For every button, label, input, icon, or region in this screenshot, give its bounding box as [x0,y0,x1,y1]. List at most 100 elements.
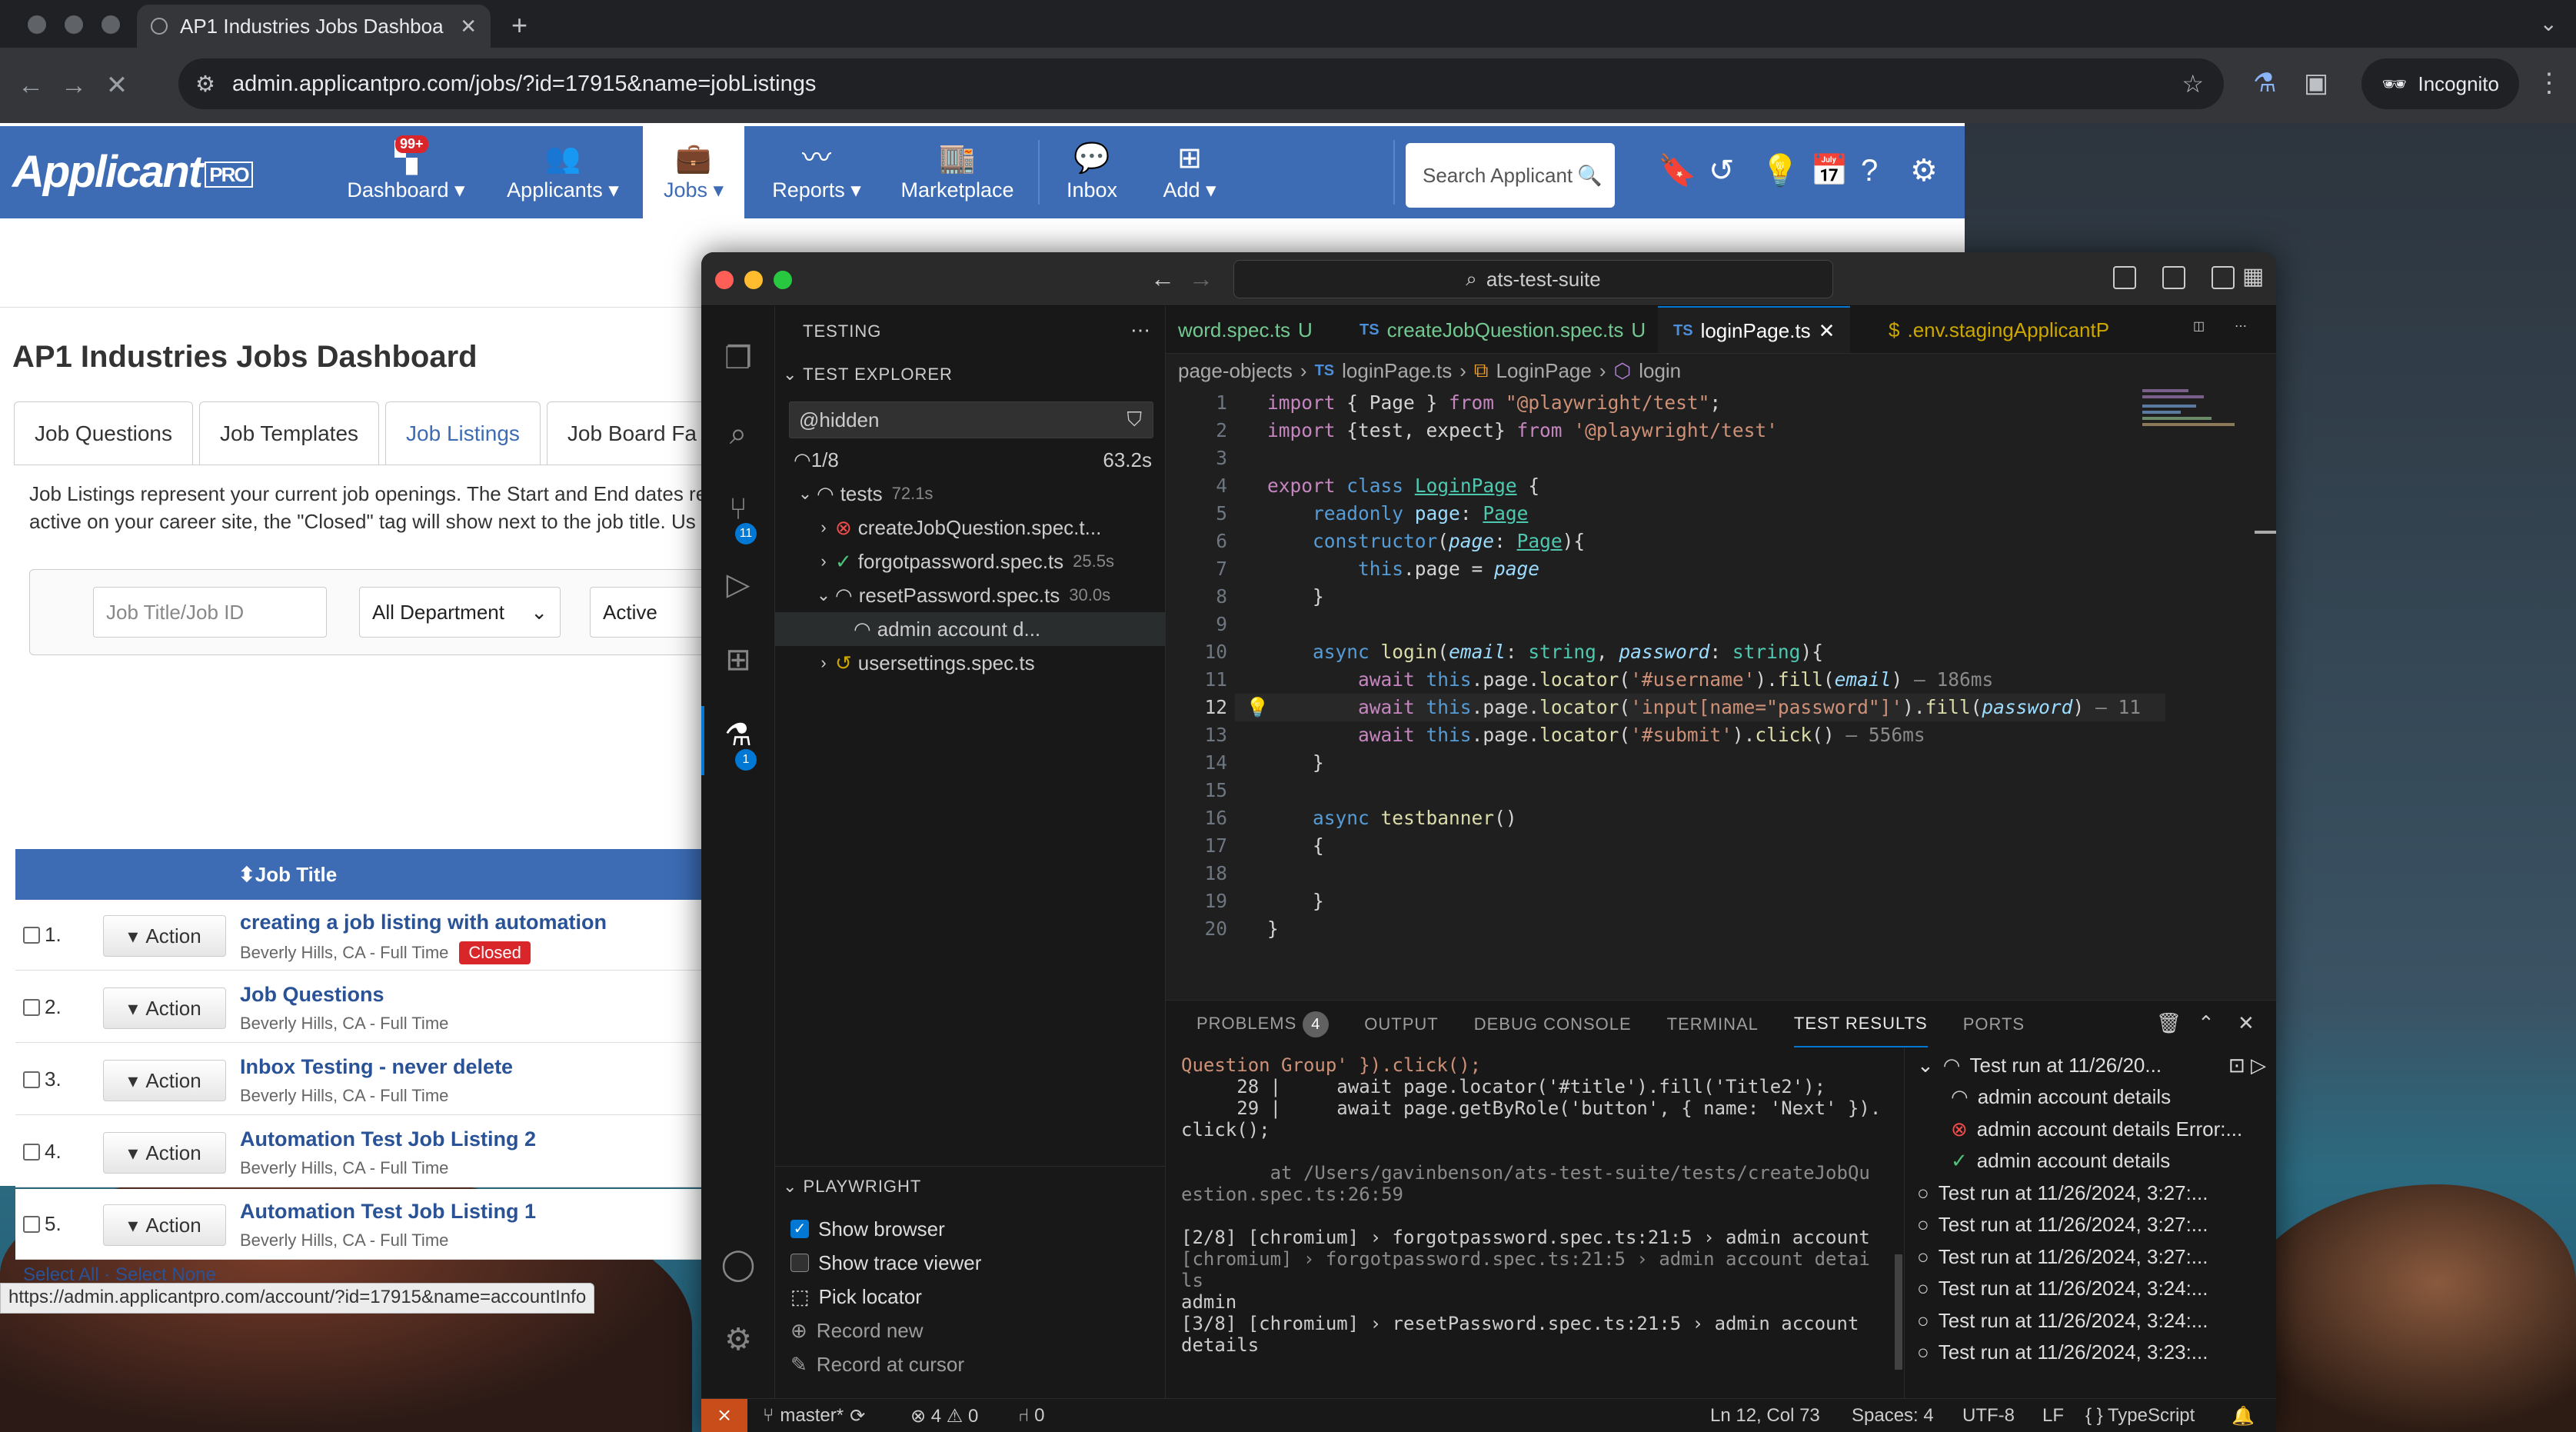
row-checkbox[interactable] [23,926,40,944]
applicant-search[interactable]: Search Applicant 🔍 [1406,143,1615,208]
customize-layout-icon[interactable]: ▦ [2242,263,2264,290]
help-icon[interactable]: ? [1861,154,1878,188]
test-output[interactable]: Question Group' }).click(); 28 | await p… [1181,1054,1889,1356]
problems-indicator[interactable]: ⊗ 4 ⚠ 0 [910,1399,978,1432]
toggle-secondary-sidebar-icon[interactable] [2212,266,2235,289]
incognito-badge[interactable]: 🕶 Incognito [2361,58,2519,109]
encoding[interactable]: UTF-8 [1962,1399,2015,1432]
branch-indicator[interactable]: ⑂ master* ⟳ [763,1399,865,1432]
department-select[interactable]: All Department ⌄ [359,587,561,638]
explorer-icon[interactable]: ❐ [720,340,757,377]
window-max-dot[interactable] [102,15,120,34]
test-result-item[interactable]: ○ Test run at 11/26/2024, 3:27:... [1905,1208,2276,1242]
source-control-icon[interactable]: ⑂ [720,491,757,528]
test-result-item[interactable]: ✓ admin account details [1905,1144,2276,1178]
labs-icon[interactable]: ⚗ [2253,68,2276,98]
job-title-link[interactable]: Job Questions [240,983,384,1007]
job-title-filter-input[interactable]: Job Title/Job ID [93,587,327,638]
test-result-item[interactable]: ⊗ admin account details Error:... [1905,1112,2276,1146]
back-icon[interactable]: ← [9,71,52,101]
action-button[interactable]: ▾ Action [103,915,226,957]
test-tree-item[interactable]: ◠ admin account d... [775,612,1166,646]
chevron-icon[interactable]: ⌄ [812,585,835,605]
toggle-sidebar-icon[interactable] [2113,266,2136,289]
playwright-header[interactable]: ⌄ PLAYWRIGHT [783,1177,921,1197]
row-checkbox[interactable] [23,1215,40,1233]
applicantpro-logo[interactable]: Applicant PRO [12,146,253,198]
checkbox[interactable]: ✓ [790,1220,809,1238]
menu-kebab-icon[interactable]: ⋮ [2536,68,2562,98]
panel-tab-problems[interactable]: PROBLEMS 4 [1196,1011,1330,1037]
nav-marketplace[interactable]: 🏬 Marketplace [895,126,1020,218]
test-result-item[interactable]: ○ Test run at 11/26/2024, 3:27:... [1905,1240,2276,1274]
row-checkbox[interactable] [23,1071,40,1088]
playwright-item-show-trace-viewer[interactable]: Show trace viewer [790,1246,981,1280]
more-actions-icon[interactable]: ⋯ [1130,318,1150,342]
test-result-item[interactable]: ○ Test run at 11/26/2024, 3:23:... [1905,1336,2276,1370]
panel-tab-test-results[interactable]: TEST RESULTS [1793,1001,1928,1047]
playwright-item-show-browser[interactable]: ✓ Show browser [790,1212,945,1246]
site-info-icon[interactable]: ⚙ [195,71,215,98]
new-tab-icon[interactable]: + [511,9,528,42]
tab-close-icon[interactable]: ✕ [1819,319,1835,343]
editor-more-icon[interactable]: ⋯ [2235,318,2247,334]
lightbulb-icon[interactable]: 💡 [1246,694,1270,721]
breadcrumb-file[interactable]: loginPage.ts [1342,359,1452,383]
language-mode[interactable]: { } TypeScript [2085,1399,2195,1432]
playwright-item-pick-locator[interactable]: ⬚ Pick locator [790,1280,922,1314]
bookmark-icon[interactable]: 🔖 [1658,154,1696,188]
nav-add[interactable]: ⊞ Add ▾ [1155,126,1224,218]
clear-trash-icon[interactable]: 🗑 [2156,1011,2182,1035]
nav-jobs[interactable]: 💼 Jobs ▾ [643,126,744,218]
maximize-dot[interactable] [774,271,792,289]
test-tree-item[interactable]: › ⊗ createJobQuestion.spec.t... [775,511,1166,544]
search-icon[interactable]: ⌕ [720,415,757,452]
browser-tab[interactable]: AP1 Industries Jobs Dashboa ✕ [137,5,491,48]
action-button[interactable]: ▾ Action [103,1060,226,1101]
forward-arrow-icon[interactable]: → [1189,265,1213,293]
window-close-dot[interactable] [28,15,46,34]
nav-applicants[interactable]: 👥 Applicants ▾ [492,126,634,218]
tab-close-icon[interactable]: ✕ [460,15,477,38]
table-header[interactable]: ⬍Job Title [15,849,707,900]
tab-job-questions[interactable]: Job Questions [14,401,193,465]
terminal-icon[interactable]: ⊡ ▷ [2228,1054,2266,1077]
extensions-icon[interactable]: ⊞ [720,641,757,678]
stop-icon[interactable]: ✕ [95,70,138,101]
panel-tab-output[interactable]: OUTPUT [1364,1014,1438,1034]
job-title-link[interactable]: creating a job listing with automation [240,911,607,934]
forward-icon[interactable]: → [52,71,95,101]
playwright-item-record-new[interactable]: ⊕ Record new [790,1314,924,1347]
account-icon[interactable]: ◯ [720,1246,757,1283]
settings-gear-icon[interactable]: ⚙ [1910,154,1938,188]
bookmark-star-icon[interactable]: ☆ [2182,69,2204,98]
command-center[interactable]: ⌕ ats-test-suite [1233,260,1833,298]
window-min-dot[interactable] [65,15,83,34]
row-checkbox[interactable] [23,1143,40,1161]
action-button[interactable]: ▾ Action [103,987,226,1029]
cursor-position[interactable]: Ln 12, Col 73 [1710,1399,1820,1432]
editor-tab-word-spec[interactable]: word.spec.ts U [1166,306,1325,353]
test-result-item[interactable]: ○ Test run at 11/26/2024, 3:24:... [1905,1304,2276,1337]
tab-search-icon[interactable]: ⌄ [2540,11,2558,36]
calendar-icon[interactable]: 📅 [1810,154,1849,188]
chevron-icon[interactable]: › [812,551,835,571]
breadcrumb-method[interactable]: login [1639,359,1681,383]
close-panel-icon[interactable]: ✕ [2238,1011,2255,1035]
run-debug-icon[interactable]: ▷ [720,566,757,603]
test-tree-item[interactable]: ⌄ ◠ resetPassword.spec.ts 30.0s [775,578,1166,612]
job-title-link[interactable]: Automation Test Job Listing 1 [240,1200,536,1224]
panel-tab-ports[interactable]: PORTS [1963,1014,2025,1034]
ports-indicator[interactable]: ⑁ 0 [1018,1399,1044,1432]
notifications-bell-icon[interactable]: 🔔 [2232,1399,2255,1432]
panel-tab-debug-console[interactable]: DEBUG CONSOLE [1474,1014,1632,1034]
indentation[interactable]: Spaces: 4 [1852,1399,1934,1432]
minimap[interactable] [2142,389,2250,451]
nav-inbox[interactable]: 💬 Inbox [1060,126,1124,218]
lightbulb-icon[interactable]: 💡 [1761,154,1799,188]
maximize-panel-icon[interactable]: ⌃ [2198,1011,2215,1035]
row-checkbox[interactable] [23,998,40,1016]
test-tree-item[interactable]: › ✓ forgotpassword.spec.ts 25.5s [775,544,1166,578]
job-title-link[interactable]: Automation Test Job Listing 2 [240,1127,536,1151]
test-result-item[interactable]: ○ Test run at 11/26/2024, 3:27:... [1905,1176,2276,1210]
